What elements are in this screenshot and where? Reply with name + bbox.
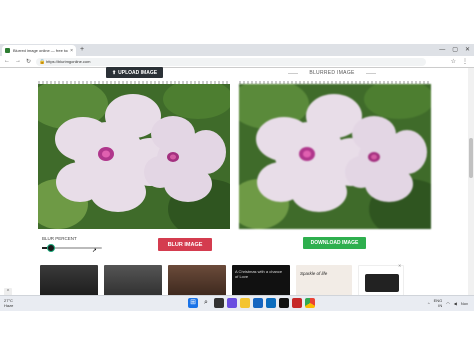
tab-close-icon[interactable]: × bbox=[70, 48, 73, 54]
bookmark-star-icon[interactable]: ☆ bbox=[451, 58, 456, 65]
clock[interactable]: Nov bbox=[461, 301, 468, 306]
blurred-image-heading: BLURRED IMAGE bbox=[288, 70, 376, 76]
language-indicator[interactable]: ENG IN bbox=[434, 298, 443, 308]
address-bar-actions: ☆ ⋮ bbox=[451, 58, 468, 65]
ad-tile-text: Sparkle of life bbox=[300, 271, 328, 276]
upload-image-label: UPLOAD IMAGE bbox=[118, 69, 158, 76]
start-menu-icon[interactable]: ⊞ bbox=[188, 298, 198, 308]
reload-icon[interactable]: ↻ bbox=[26, 58, 31, 65]
window-controls: — ▢ ✕ bbox=[439, 45, 470, 55]
browser-menu-icon[interactable]: ⋮ bbox=[462, 58, 468, 65]
wifi-icon[interactable]: ◠ bbox=[446, 301, 450, 306]
blurred-image-frame bbox=[239, 81, 431, 229]
app-icon[interactable] bbox=[279, 298, 289, 308]
browser-window: Blurred image online — free tool × + — ▢… bbox=[0, 44, 474, 311]
back-icon[interactable]: ← bbox=[4, 58, 10, 65]
chat-app-icon[interactable] bbox=[227, 298, 237, 308]
slider-knob[interactable] bbox=[47, 244, 55, 252]
original-image-frame bbox=[38, 81, 230, 229]
file-explorer-icon[interactable] bbox=[240, 298, 250, 308]
chat-bubble-icon bbox=[365, 274, 399, 292]
address-bar-row: ← → ↻ 🔒 https://blurimgonline.com ☆ ⋮ bbox=[0, 56, 474, 68]
store-icon[interactable] bbox=[266, 298, 276, 308]
url-text: https://blurimgonline.com bbox=[46, 59, 91, 64]
blur-percent-label: BLUR PERCENT bbox=[42, 236, 77, 241]
close-window-icon[interactable]: ✕ bbox=[465, 45, 470, 55]
blur-image-button[interactable]: BLUR IMAGE bbox=[158, 238, 212, 251]
blurred-flower-photo bbox=[239, 84, 431, 229]
url-field[interactable]: 🔒 https://blurimgonline.com bbox=[36, 58, 426, 66]
weather-desc: Haze bbox=[4, 303, 14, 308]
upload-icon: ⬆ bbox=[111, 69, 117, 76]
mouse-cursor-icon: ➚ bbox=[92, 248, 98, 254]
maximize-icon[interactable]: ▢ bbox=[452, 45, 458, 55]
ad-tile-text: A Christmas with a chance of Love bbox=[235, 269, 283, 279]
scrollbar-thumb[interactable] bbox=[469, 138, 473, 178]
chrome-icon[interactable] bbox=[305, 298, 315, 308]
forward-icon[interactable]: → bbox=[15, 58, 21, 65]
volume-icon[interactable]: ◀ bbox=[454, 301, 457, 306]
system-tray: ^ ENG IN ◠ ◀ Nov bbox=[428, 298, 468, 308]
search-icon[interactable]: ⌕ bbox=[201, 298, 211, 308]
lock-icon: 🔒 bbox=[39, 59, 46, 65]
nav-buttons: ← → ↻ bbox=[4, 58, 31, 65]
page-content: ⬆ UPLOAD IMAGE BLURRED IMAGE BLUR PERCEN… bbox=[0, 67, 474, 311]
tab-active[interactable]: Blurred image online — free tool × bbox=[2, 45, 76, 56]
upload-image-button[interactable]: ⬆ UPLOAD IMAGE bbox=[106, 67, 163, 78]
minimize-icon[interactable]: — bbox=[439, 45, 445, 55]
edge-browser-icon[interactable] bbox=[253, 298, 263, 308]
weather-widget[interactable]: 27°C Haze bbox=[4, 298, 13, 308]
tab-strip: Blurred image online — free tool × + — ▢… bbox=[0, 44, 474, 56]
desktop-top-margin bbox=[0, 0, 474, 44]
page-scrollbar[interactable] bbox=[468, 68, 474, 311]
tab-title: Blurred image online — free tool bbox=[13, 48, 69, 53]
media-app-icon[interactable] bbox=[292, 298, 302, 308]
site-favicon-icon bbox=[5, 48, 10, 53]
task-view-icon[interactable] bbox=[214, 298, 224, 308]
taskbar-pinned-apps: ⊞ ⌕ bbox=[188, 298, 315, 308]
flower-photo bbox=[38, 84, 230, 229]
desktop-bottom-margin bbox=[0, 311, 474, 355]
new-tab-button[interactable]: + bbox=[80, 45, 84, 55]
windows-taskbar: 27°C Haze ⊞ ⌕ ^ ENG IN ◠ ◀ Nov bbox=[0, 295, 474, 311]
region-code: IN bbox=[438, 303, 443, 308]
tray-chevron-icon[interactable]: ^ bbox=[428, 301, 430, 306]
download-image-button[interactable]: DOWNLOAD IMAGE bbox=[303, 237, 366, 249]
ad-close-icon[interactable]: ✕ bbox=[398, 263, 401, 268]
